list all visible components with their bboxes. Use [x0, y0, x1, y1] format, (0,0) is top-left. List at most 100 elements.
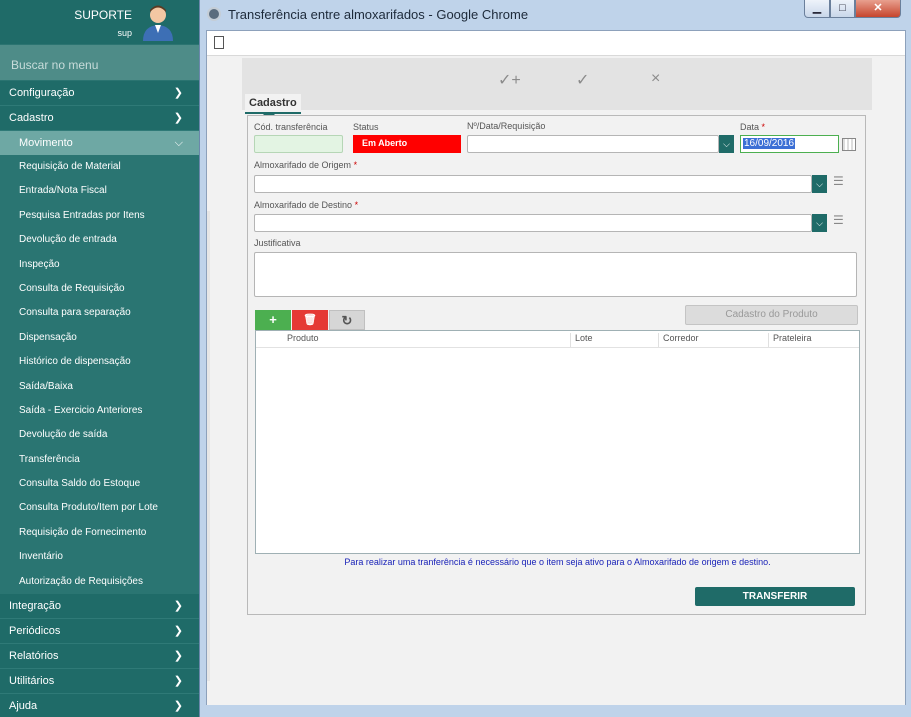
grid-header: Produto Lote Corredor Prateleira — [256, 331, 859, 348]
refresh-button[interactable]: ↻ — [329, 310, 365, 330]
submenu-item[interactable]: Inventário — [0, 545, 199, 569]
submenu-item[interactable]: Consulta de Requisição — [0, 277, 199, 301]
scrollbar[interactable] — [207, 211, 210, 681]
cod-transferencia-field[interactable] — [254, 135, 343, 153]
menu-item-label: Movimento — [19, 137, 73, 149]
requisicao-select[interactable] — [467, 135, 719, 153]
submenu-item[interactable]: Devolução de entrada — [0, 228, 199, 252]
menu-item-label: Configuração — [9, 87, 75, 99]
toolbar: ✓+ ✓ × — [242, 58, 872, 110]
menu-item-label: Integração — [9, 600, 61, 613]
submenu-item[interactable]: Pesquisa Entradas por Itens — [0, 204, 199, 228]
required-mark: * — [354, 200, 359, 210]
menu-item-ajuda[interactable]: Ajuda ❯ — [0, 694, 199, 717]
menu-item-movimento[interactable]: Movimento ⌵ — [0, 131, 199, 155]
chevron-down-icon[interactable]: ⌵ — [719, 135, 734, 153]
submenu-item[interactable]: Autorização de Requisições — [0, 570, 199, 594]
data-value: 16/09/2016 — [743, 138, 796, 149]
grid-col-produto[interactable]: Produto — [257, 333, 570, 347]
requisicao-label: Nº/Data/Requisição — [467, 121, 546, 131]
calendar-icon[interactable] — [842, 138, 856, 151]
avatar[interactable] — [139, 3, 177, 41]
grid-col-corredor[interactable]: Corredor — [658, 333, 768, 347]
menu-search-input[interactable]: Buscar no menu — [0, 44, 199, 81]
tab-cadastro[interactable]: Cadastro — [245, 94, 301, 114]
grid-col-prateleira[interactable]: Prateleira — [768, 333, 858, 347]
chevron-down-icon[interactable]: ⌵ — [812, 214, 827, 232]
menu-item-relatorios[interactable]: Relatórios ❯ — [0, 644, 199, 670]
save-button[interactable]: ✓ — [576, 70, 589, 90]
submenu-item[interactable]: Consulta para separação — [0, 301, 199, 325]
maximize-button[interactable]: □ — [830, 0, 855, 18]
chevron-right-icon: ❯ — [173, 700, 183, 713]
cancel-button[interactable]: × — [651, 70, 660, 88]
menu-item-integracao[interactable]: Integração ❯ — [0, 594, 199, 620]
delete-item-button[interactable]: 🗑 — [292, 310, 328, 330]
submenu-item[interactable]: Requisição de Fornecimento — [0, 521, 199, 545]
list-icon[interactable]: ☰ — [833, 213, 844, 227]
menu-item-cadastro[interactable]: Cadastro ❯ — [0, 106, 199, 131]
page-icon — [214, 36, 224, 49]
chrome-icon — [207, 7, 221, 21]
page-content: ✓+ ✓ × Cadastro Cód. transferência Statu… — [206, 30, 906, 705]
required-mark: * — [353, 160, 358, 170]
menu-item-label: Cadastro — [9, 112, 54, 124]
submenu-item[interactable]: Saída/Baixa — [0, 375, 199, 399]
submenu-item[interactable]: Histórico de dispensação — [0, 350, 199, 374]
chevron-right-icon: ❯ — [173, 112, 183, 124]
submenu-item[interactable]: Devolução de saída — [0, 423, 199, 447]
submenu-item[interactable]: Dispensação — [0, 326, 199, 350]
data-label-text: Data — [740, 122, 760, 132]
add-item-button[interactable]: + — [255, 310, 291, 330]
chevron-right-icon: ❯ — [173, 600, 183, 613]
browser-window: Transferência entre almoxarifados - Goog… — [199, 0, 911, 717]
cod-transferencia-label: Cód. transferência — [254, 122, 328, 132]
grid-col-lote[interactable]: Lote — [570, 333, 658, 347]
save-new-button[interactable]: ✓+ — [498, 70, 521, 90]
status-label: Status — [353, 122, 379, 132]
user-box: SUPORTE sup — [0, 0, 199, 44]
required-mark: * — [761, 122, 766, 132]
justificativa-textarea[interactable] — [254, 252, 857, 297]
origem-label-text: Almoxarifado de Origem — [254, 160, 352, 170]
items-grid[interactable]: Produto Lote Corredor Prateleira — [255, 330, 860, 554]
menu-item-label: Utilitários — [9, 675, 55, 688]
submenu-item-transferencia[interactable]: Transferência — [0, 448, 199, 472]
almoxarifado-destino-select[interactable] — [254, 214, 812, 232]
submenu-item[interactable]: Requisição de Material — [0, 155, 199, 179]
submenu-item[interactable]: Entrada/Nota Fiscal — [0, 179, 199, 203]
submenu-item[interactable]: Consulta Produto/Item por Lote — [0, 496, 199, 520]
menu-item-utilitarios[interactable]: Utilitários ❯ — [0, 669, 199, 695]
menu-item-label: Periódicos — [9, 625, 61, 638]
cadastro-produto-button[interactable]: Cadastro do Produto — [685, 305, 858, 325]
chevron-right-icon: ❯ — [173, 87, 183, 99]
destino-label-text: Almoxarifado de Destino — [254, 200, 353, 210]
menu-item-label: Relatórios — [9, 650, 59, 663]
user-login: sup — [117, 28, 132, 38]
almoxarifado-origem-select[interactable] — [254, 175, 812, 193]
origem-label: Almoxarifado de Origem * — [254, 160, 357, 170]
window-title: Transferência entre almoxarifados - Goog… — [228, 7, 529, 22]
close-window-button[interactable]: ✕ — [855, 0, 901, 18]
minimize-button[interactable]: ▁ — [804, 0, 830, 18]
menu-item-periodicos[interactable]: Periódicos ❯ — [0, 619, 199, 645]
chevron-down-icon: ⌵ — [174, 137, 183, 149]
sidebar: SUPORTE sup Buscar no menu Configuração … — [0, 0, 199, 717]
justificativa-label: Justificativa — [254, 238, 301, 248]
form-panel: Cód. transferência Status Em Aberto Nº/D… — [247, 115, 866, 615]
menu-item-label: Ajuda — [9, 700, 38, 713]
destino-label: Almoxarifado de Destino * — [254, 200, 358, 210]
list-icon[interactable]: ☰ — [833, 174, 844, 188]
data-label: Data * — [740, 122, 765, 132]
menu-item-configuracao[interactable]: Configuração ❯ — [0, 81, 199, 106]
chevron-down-icon[interactable]: ⌵ — [812, 175, 827, 193]
submenu-item[interactable]: Consulta Saldo do Estoque — [0, 472, 199, 496]
window-titlebar[interactable]: Transferência entre almoxarifados - Goog… — [200, 0, 911, 28]
submenu-item[interactable]: Inspeção — [0, 253, 199, 277]
submenu-item[interactable]: Saída - Exercicio Anteriores — [0, 399, 199, 423]
chevron-right-icon: ❯ — [173, 650, 183, 663]
data-field[interactable]: 16/09/2016 — [740, 135, 839, 153]
transferir-button[interactable]: TRANSFERIR — [695, 587, 855, 606]
submenu-movimento: Requisição de Material Entrada/Nota Fisc… — [0, 155, 199, 595]
status-badge: Em Aberto — [353, 135, 461, 153]
